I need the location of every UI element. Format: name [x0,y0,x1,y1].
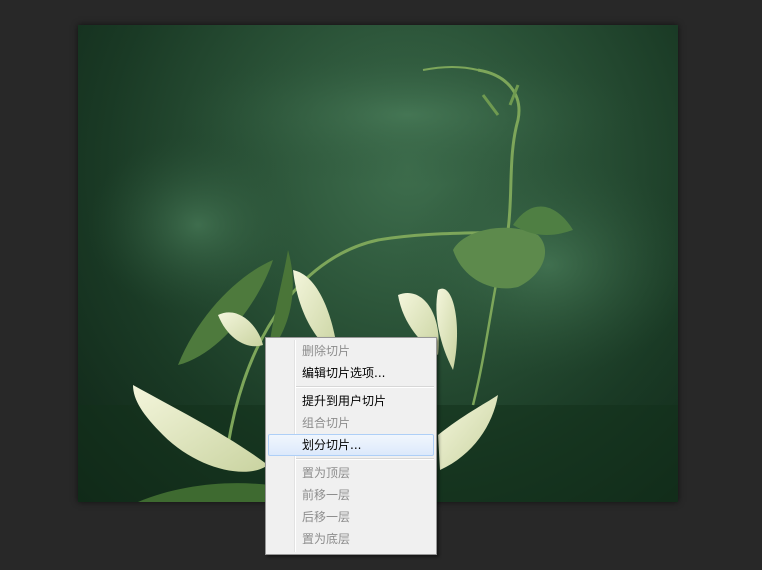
menu-item-promote-to-user-slice[interactable]: 提升到用户切片 [268,390,434,412]
document-canvas-area[interactable]: 删除切片 编辑切片选项... 提升到用户切片 组合切片 划分切片... 置为顶层… [0,0,762,570]
menu-item-send-backward[interactable]: 后移一层 [268,506,434,528]
menu-item-edit-slice-options[interactable]: 编辑切片选项... [268,362,434,384]
menu-item-send-to-back[interactable]: 置为底层 [268,528,434,550]
menu-separator [296,458,434,460]
menu-item-divide-slice[interactable]: 划分切片... [268,434,434,456]
menu-item-bring-to-front[interactable]: 置为顶层 [268,462,434,484]
menu-item-delete-slice[interactable]: 删除切片 [268,340,434,362]
menu-separator [296,386,434,388]
menu-item-combine-slices[interactable]: 组合切片 [268,412,434,434]
menu-item-bring-forward[interactable]: 前移一层 [268,484,434,506]
slice-context-menu: 删除切片 编辑切片选项... 提升到用户切片 组合切片 划分切片... 置为顶层… [265,337,437,555]
